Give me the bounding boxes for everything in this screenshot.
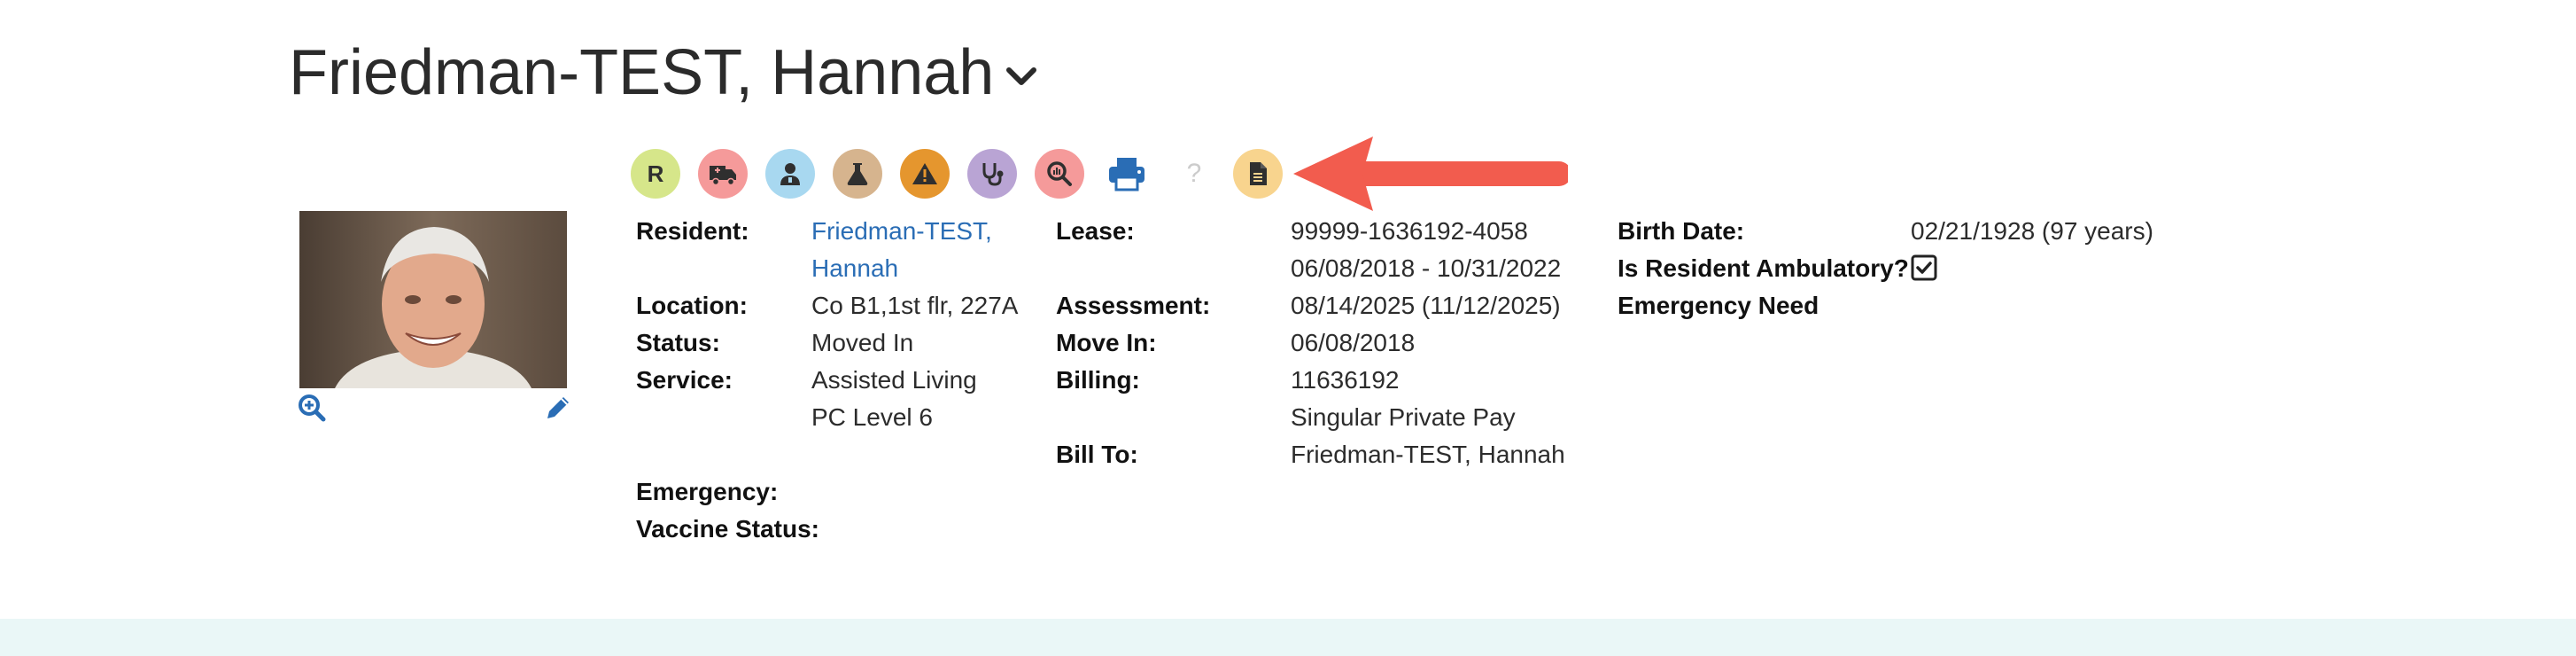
resident-name-link[interactable]: Friedman-TEST, bbox=[811, 213, 992, 250]
edit-pencil-icon[interactable] bbox=[544, 394, 572, 426]
r-badge-icon[interactable]: R bbox=[631, 149, 680, 199]
service-level-value: PC Level 6 bbox=[811, 403, 933, 431]
lease-number: 99999-1636192-4058 bbox=[1291, 217, 1528, 245]
warning-icon[interactable] bbox=[900, 149, 950, 199]
assessment-label: Assessment: bbox=[1056, 292, 1211, 319]
chevron-down-icon[interactable] bbox=[1006, 66, 1037, 92]
lease-dates: 06/08/2018 - 10/31/2022 bbox=[1291, 254, 1562, 282]
service-label: Service: bbox=[636, 366, 733, 394]
lease-label: Lease: bbox=[1056, 217, 1135, 245]
move-in-label: Move In: bbox=[1056, 329, 1157, 356]
resident-label: Resident: bbox=[636, 217, 749, 245]
billing-payer: Singular Private Pay bbox=[1291, 403, 1516, 431]
emergency-need-label: Emergency Need bbox=[1618, 292, 1819, 319]
billing-label: Billing: bbox=[1056, 366, 1140, 394]
help-icon[interactable]: ? bbox=[1169, 149, 1219, 199]
vaccine-status-label: Vaccine Status: bbox=[636, 515, 819, 543]
ambulatory-label: Is Resident Ambulatory? bbox=[1618, 254, 1909, 282]
document-icon[interactable] bbox=[1233, 149, 1283, 199]
assessment-value: 08/14/2025 (11/12/2025) bbox=[1291, 292, 1561, 319]
bill-to-label: Bill To: bbox=[1056, 441, 1138, 468]
move-in-value: 06/08/2018 bbox=[1291, 329, 1416, 356]
content-section-divider bbox=[0, 619, 2576, 656]
doctor-icon[interactable] bbox=[765, 149, 815, 199]
status-value: Moved In bbox=[811, 329, 914, 356]
flask-icon[interactable] bbox=[833, 149, 882, 199]
search-chart-icon[interactable] bbox=[1035, 149, 1084, 199]
birth-date-label: Birth Date: bbox=[1618, 217, 1745, 245]
location-label: Location: bbox=[636, 292, 748, 319]
stethoscope-icon[interactable] bbox=[967, 149, 1017, 199]
service-value: Assisted Living bbox=[811, 366, 977, 394]
emergency-label: Emergency: bbox=[636, 478, 779, 505]
bill-to-value: Friedman-TEST, Hannah bbox=[1291, 441, 1565, 468]
resident-name-link-line2[interactable]: Hannah bbox=[811, 250, 898, 287]
patient-header: Friedman-TEST, Hannah bbox=[289, 34, 1037, 112]
billing-account: 11636192 bbox=[1291, 366, 1400, 394]
status-label: Status: bbox=[636, 329, 720, 356]
resident-photo bbox=[299, 211, 567, 388]
birth-date-value: 02/21/1928 (97 years) bbox=[1911, 217, 2153, 245]
location-value: Co B1,1st flr, 227A bbox=[811, 292, 1019, 319]
printer-icon[interactable] bbox=[1102, 149, 1152, 199]
annotation-arrow-icon bbox=[1284, 133, 1571, 217]
ambulance-icon[interactable] bbox=[698, 149, 748, 199]
patient-name-title: Friedman-TEST, Hannah bbox=[289, 37, 995, 108]
ambulatory-checkbox-icon bbox=[1911, 254, 1937, 285]
zoom-in-icon[interactable] bbox=[298, 394, 326, 426]
